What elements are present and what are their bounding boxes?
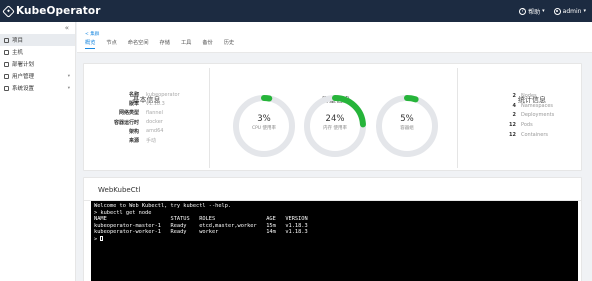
- tab-backup[interactable]: 备份: [202, 39, 212, 49]
- help-icon: ?: [519, 7, 527, 15]
- gauge-label: 内存 使用率: [323, 126, 347, 131]
- chevron-down-icon: ▾: [67, 85, 70, 91]
- info-key: 来源: [128, 138, 139, 145]
- info-key: 架构: [128, 128, 139, 135]
- chevron-down-icon: ▾: [67, 73, 70, 79]
- stat-count: 2: [512, 92, 516, 99]
- cpu-gauge: 3% CPU 使用率: [232, 94, 296, 158]
- top-bar: KubeOperator ? 帮助 ▾ admin ▾: [0, 0, 592, 22]
- sidebar-item-hosts[interactable]: 主机: [0, 46, 75, 58]
- info-value: docker: [146, 119, 163, 126]
- stat-count: 4: [512, 102, 516, 109]
- basic-info-list: 名称 kubeoperator 版本 v1.18.3 网络类型 flannel 容器运…: [98, 90, 180, 145]
- gauge-label: 容器组: [400, 126, 414, 131]
- logo[interactable]: KubeOperator: [2, 4, 101, 18]
- webkubectl-card: WebKubeCtl Welcome to Web Kubectl, try k…: [83, 177, 582, 281]
- sidebar-item-label: 部署计划: [12, 62, 35, 68]
- stat-count: 12: [509, 122, 516, 129]
- info-value: v1.18.3: [146, 100, 165, 107]
- sidebar-item-deploy-plans[interactable]: 部署计划: [0, 58, 75, 70]
- user-icon: [553, 7, 561, 15]
- settings-icon: [4, 85, 9, 91]
- tab-tools[interactable]: 工具: [181, 39, 191, 49]
- back-link[interactable]: < 集群: [85, 22, 592, 39]
- info-key: 版本: [128, 101, 139, 108]
- sidebar-item-settings[interactable]: 系统设置 ▾: [0, 82, 75, 94]
- logo-icon: [2, 4, 15, 18]
- info-value: flannel: [146, 109, 164, 116]
- stat-label: Pods: [521, 122, 533, 129]
- chevron-down-icon: ▾: [542, 8, 545, 14]
- gauge-percent: 24%: [325, 114, 345, 124]
- stat-count: 2: [512, 112, 516, 119]
- gauge-percent: 3%: [257, 114, 271, 124]
- logo-text: KubeOperator: [16, 5, 101, 17]
- user-menu[interactable]: admin ▾: [553, 7, 586, 15]
- divider: [457, 68, 458, 168]
- terminal-cursor: [100, 235, 104, 241]
- tab-nodes[interactable]: 节点: [106, 39, 116, 49]
- sidebar-item-users[interactable]: 用户管理 ▾: [0, 70, 75, 82]
- info-key: 网络类型: [118, 110, 139, 117]
- info-row: 容器运行时 docker: [98, 118, 180, 127]
- stat-label: Namespaces: [521, 102, 554, 109]
- webkubectl-title: WebKubeCtl: [98, 186, 141, 194]
- stat-label: Deployments: [521, 112, 555, 119]
- tab-history[interactable]: 历史: [224, 39, 234, 49]
- pods-gauge: 5% 容器组: [375, 94, 439, 158]
- info-row: 网络类型 flannel: [98, 108, 180, 117]
- page-header: < 集群 概览 节点 命名空间 存储 工具 备份 历史: [77, 22, 592, 53]
- stat-count: 12: [509, 132, 516, 139]
- stat-row[interactable]: 12 Containers: [494, 130, 554, 140]
- stat-row[interactable]: 2 Nodes: [494, 91, 554, 101]
- deploy-icon: [4, 61, 9, 67]
- sidebar-item-label: 项目: [12, 38, 24, 44]
- users-icon: [4, 73, 9, 79]
- memory-gauge: 24% 内存 使用率: [303, 94, 367, 158]
- help-menu[interactable]: ? 帮助 ▾: [519, 7, 545, 16]
- info-key: 容器运行时: [113, 119, 139, 126]
- gauge-percent: 5%: [400, 114, 414, 124]
- sidebar-item-label: 系统设置: [12, 86, 35, 92]
- info-row: 架构 amd64: [98, 127, 180, 136]
- help-label: 帮助: [528, 8, 541, 16]
- sidebar: « 项目 主机 部署计划 用户管理 ▾ 系统设置 ▾: [0, 22, 76, 281]
- stat-label: Containers: [521, 132, 549, 139]
- tab-overview[interactable]: 概览: [85, 39, 96, 49]
- host-icon: [4, 49, 9, 55]
- info-key: 名称: [128, 92, 139, 99]
- info-value: 手动: [146, 138, 157, 145]
- tab-namespaces[interactable]: 命名空间: [128, 39, 149, 49]
- gauge-label: CPU 使用率: [251, 126, 277, 131]
- sidebar-item-label: 主机: [12, 50, 24, 56]
- info-value: amd64: [146, 128, 164, 135]
- project-icon: [4, 37, 9, 43]
- tab-storage[interactable]: 存储: [160, 39, 170, 49]
- collapse-sidebar-button[interactable]: «: [0, 22, 75, 34]
- info-value: kubeoperator: [146, 91, 180, 98]
- stats-list: 2 Nodes 4 Namespaces 2 Deployments 12 Pods 1…: [494, 91, 554, 140]
- divider: [209, 68, 210, 168]
- stat-row[interactable]: 4 Namespaces: [494, 101, 554, 111]
- double-chevron-left-icon: «: [64, 24, 69, 32]
- tab-bar: 概览 节点 命名空间 存储 工具 备份 历史: [85, 39, 592, 49]
- info-row: 版本 v1.18.3: [98, 99, 180, 108]
- stat-row[interactable]: 2 Deployments: [494, 111, 555, 121]
- stat-row[interactable]: 12 Pods: [494, 120, 554, 130]
- top-right-menu: ? 帮助 ▾ admin ▾: [510, 7, 586, 16]
- chevron-down-icon: ▾: [583, 8, 586, 14]
- sidebar-item-label: 用户管理: [12, 74, 35, 80]
- terminal-prompt-line: >: [94, 235, 575, 243]
- sidebar-item-projects[interactable]: 项目: [0, 34, 75, 46]
- info-row: 名称 kubeoperator: [98, 90, 180, 99]
- info-row: 来源 手动: [98, 136, 180, 145]
- terminal[interactable]: Welcome to Web Kubectl, try kubectl --he…: [91, 201, 578, 281]
- stat-label: Nodes: [521, 92, 537, 99]
- user-label: admin: [562, 7, 582, 15]
